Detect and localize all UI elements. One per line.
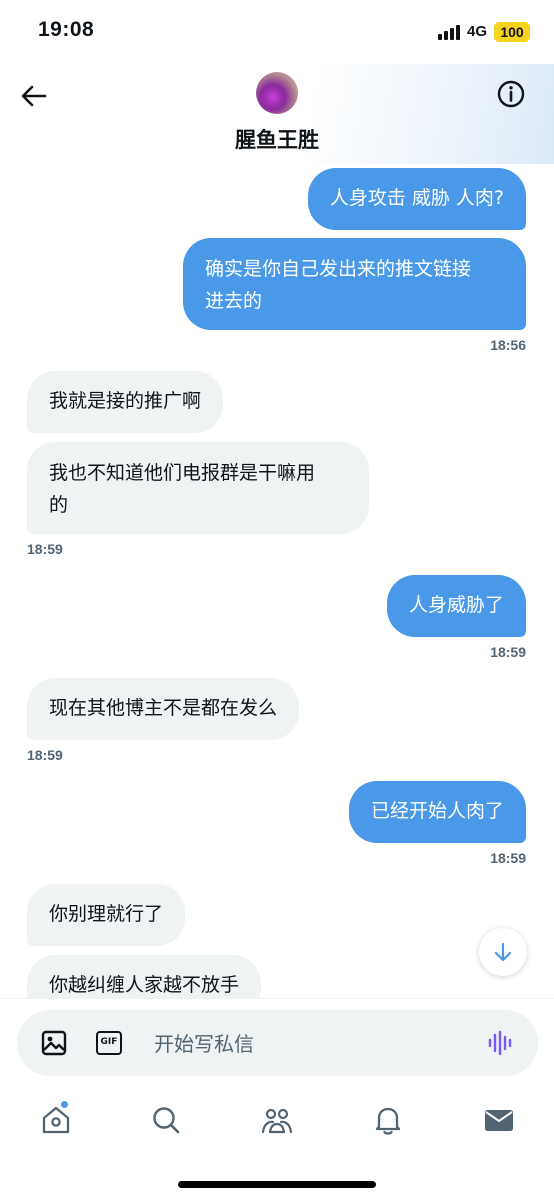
info-button[interactable]	[496, 79, 526, 109]
message-bubble-incoming[interactable]: 我也不知道他们电报群是干嘛用 的	[27, 442, 369, 534]
scroll-to-bottom-button[interactable]	[479, 928, 527, 976]
message-text: 你越纠缠人家越不放手	[49, 974, 240, 996]
avatar[interactable]	[256, 72, 298, 114]
divider	[0, 998, 554, 999]
voice-wave-icon	[488, 1030, 512, 1056]
back-button[interactable]	[18, 80, 50, 112]
info-icon	[497, 80, 525, 108]
tab-search[interactable]	[150, 1104, 182, 1136]
home-indicator	[178, 1181, 376, 1188]
message-text: 确实是你自己发出来的推文链接	[205, 258, 472, 280]
tab-messages[interactable]	[483, 1104, 515, 1136]
signal-icon	[438, 24, 462, 40]
arrow-left-icon	[21, 85, 47, 107]
contact-name[interactable]: 腥鱼王胜	[0, 124, 554, 154]
image-button[interactable]	[41, 1030, 67, 1060]
status-bar: 19:08 4G 100	[0, 0, 554, 64]
gif-icon[interactable]: GIF	[96, 1031, 122, 1055]
message-bubble-outgoing[interactable]: 人身攻击 威胁 人肉?	[307, 168, 526, 230]
tab-notifications[interactable]	[372, 1104, 404, 1136]
message-text: 我就是接的推广啊	[49, 390, 202, 412]
status-time: 19:08	[38, 18, 95, 41]
message-bubble-incoming[interactable]: 我就是接的推广啊	[27, 371, 224, 433]
message-bubble-outgoing[interactable]: 已经开始人肉了	[348, 781, 526, 843]
message-text: 进去的	[205, 290, 263, 312]
message-text: 人身威胁了	[408, 594, 504, 616]
message-input[interactable]: 开始写私信	[154, 1028, 254, 1057]
message-timestamp: 18:59	[490, 644, 526, 660]
voice-button[interactable]	[487, 1029, 515, 1061]
message-timestamp: 18:59	[27, 541, 63, 557]
arrow-down-icon	[494, 942, 512, 962]
message-bubble-outgoing[interactable]: 确实是你自己发出来的推文链接 进去的	[183, 238, 526, 330]
message-timestamp: 18:59	[27, 747, 63, 763]
home-icon	[42, 1106, 70, 1134]
communities-icon	[261, 1108, 293, 1134]
message-text: 你别理就行了	[49, 903, 164, 925]
message-text: 已经开始人肉了	[370, 800, 504, 822]
battery-indicator: 100	[494, 22, 530, 42]
mail-icon	[485, 1110, 513, 1131]
notification-dot	[60, 1100, 69, 1109]
message-text: 的	[49, 494, 69, 516]
message-text: 我也不知道他们电报群是干嘛用	[49, 462, 316, 484]
message-text: 现在其他博主不是都在发么	[49, 697, 278, 719]
message-bubble-incoming[interactable]: 你越纠缠人家越不放手	[27, 955, 262, 998]
message-timestamp: 18:59	[490, 850, 526, 866]
message-bubble-incoming[interactable]: 现在其他博主不是都在发么	[27, 678, 300, 740]
message-list[interactable]: 人身攻击 威胁 人肉? 确实是你自己发出来的推文链接 进去的 18:56 我就是…	[0, 164, 554, 998]
message-composer[interactable]: GIF 开始写私信	[17, 1010, 538, 1076]
message-timestamp: 18:56	[490, 337, 526, 353]
network-label: 4G	[467, 23, 488, 40]
search-icon	[153, 1107, 180, 1134]
conversation-header: 腥鱼王胜	[0, 64, 554, 164]
image-icon	[41, 1030, 67, 1056]
tab-communities[interactable]	[261, 1104, 293, 1136]
bell-icon	[375, 1107, 401, 1135]
message-bubble-outgoing[interactable]: 人身威胁了	[386, 575, 526, 637]
tab-home[interactable]	[40, 1104, 72, 1136]
message-text: 人身攻击 威胁 人肉?	[329, 187, 504, 209]
bottom-tab-bar	[0, 1088, 554, 1158]
message-bubble-incoming[interactable]: 你别理就行了	[27, 884, 186, 946]
